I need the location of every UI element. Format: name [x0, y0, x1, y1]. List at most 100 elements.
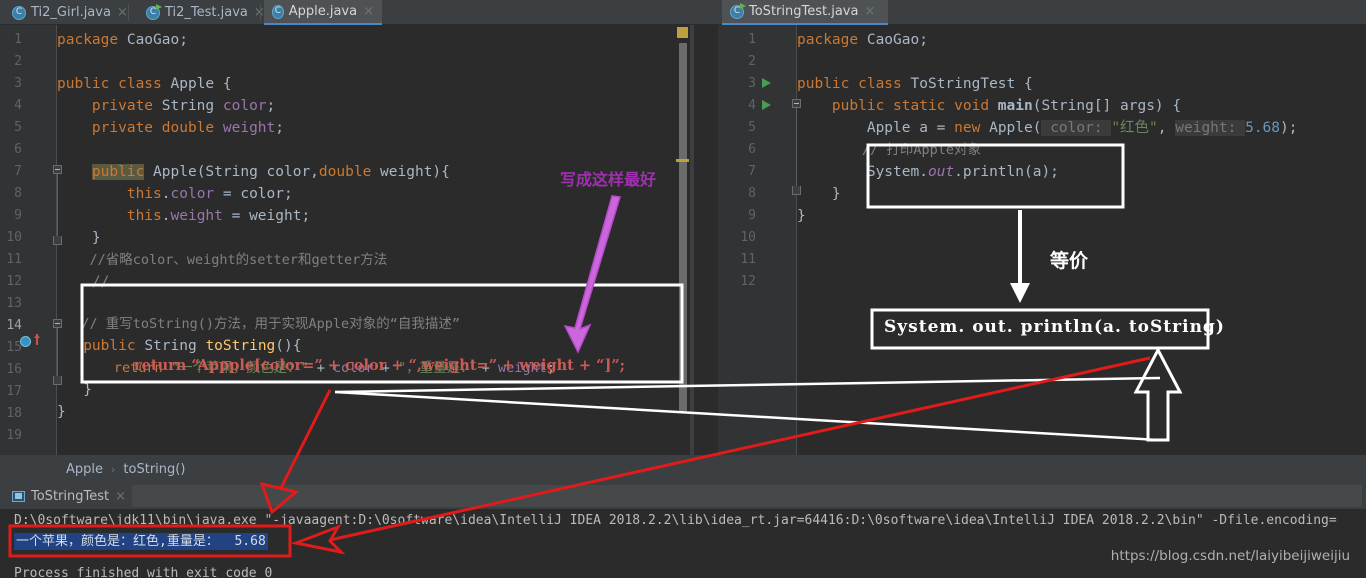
- tab-ti2-girl-java[interactable]: C Ti2_Girl.java ×: [4, 0, 136, 25]
- line-number: 14: [6, 318, 22, 333]
- code-line: public static void main(String[] args) {: [831, 98, 1182, 114]
- annotation-label-equivalent: 等价: [1050, 250, 1089, 272]
- console-tab-tostringtest[interactable]: ToStringTest ×: [4, 483, 134, 509]
- line-number: 11: [6, 252, 22, 267]
- close-icon[interactable]: ×: [117, 5, 128, 20]
- line-number: 15: [6, 340, 22, 355]
- line-number: 12: [6, 274, 22, 289]
- annotation-boxed-statement: System. out. println(a. toString): [884, 317, 1225, 337]
- code-line: System.out.println(a);: [866, 164, 1059, 180]
- annotation-handwritten-return: return “Appple[color=” + color + “,weigh…: [134, 357, 626, 374]
- editor-pane-tostringtest[interactable]: 1 2 3 4 5 6 7 8 9 10 11 12 package CaoGa…: [718, 25, 1366, 455]
- annotation-label-purple: 写成这样最好: [560, 170, 657, 189]
- code-line: public class Apple {: [57, 76, 232, 92]
- code-line: }: [831, 186, 841, 202]
- line-number: 3: [748, 76, 756, 91]
- code-line: package CaoGao;: [57, 32, 188, 48]
- editor-pane-apple[interactable]: 1 2 3 4 5 6 7 8 9 10 11 12 13 14 15 16 1…: [0, 25, 690, 455]
- code-line: // 打印Apple对象: [862, 142, 982, 158]
- chevron-right-icon: ›: [111, 462, 116, 476]
- code-line: }: [57, 404, 66, 420]
- console-line-exit: Process finished with exit code 0: [14, 566, 273, 578]
- intention-bulb-icon[interactable]: [20, 336, 31, 347]
- tab-label: ToStringTest.java: [749, 4, 859, 19]
- tab-label: Apple.java: [288, 4, 358, 19]
- code-line: }: [797, 208, 806, 224]
- editor-splitter[interactable]: [690, 25, 694, 455]
- breadcrumb-item-method[interactable]: toString(): [123, 462, 185, 477]
- line-number: 8: [748, 186, 756, 201]
- code-line: private double weight;: [91, 120, 284, 136]
- code-line: Apple a = new Apple( color: "红色", weight…: [866, 120, 1298, 136]
- code-line: //...: [91, 274, 136, 290]
- console-tab-label: ToStringTest: [31, 488, 110, 504]
- console-line-command: D:\0software\jdk11\bin\java.exe "-javaag…: [14, 513, 1337, 528]
- idea-window: C Ti2_Girl.java × C Ti2_Test.java × C Ap…: [0, 0, 1366, 578]
- stripe-marker[interactable]: [676, 159, 689, 162]
- watermark-url: https://blog.csdn.net/laiyibeijiweijiu: [1110, 548, 1350, 564]
- override-marker-icon[interactable]: [34, 334, 40, 345]
- code-line: public class ToStringTest {: [797, 76, 1033, 92]
- editor-tab-bar: C Ti2_Girl.java × C Ti2_Test.java × C Ap…: [0, 0, 1366, 25]
- line-number: 3: [14, 76, 22, 91]
- line-number: 1: [14, 32, 22, 47]
- line-number: 12: [740, 274, 756, 289]
- console-output[interactable]: D:\0software\jdk11\bin\java.exe "-javaag…: [0, 509, 1366, 578]
- tab-divider: [128, 4, 129, 21]
- line-number: 7: [14, 164, 22, 179]
- line-number: 5: [14, 120, 22, 135]
- line-number: 13: [6, 296, 22, 311]
- java-class-icon: C: [12, 5, 26, 20]
- code-content-tostringtest[interactable]: package CaoGao; public class ToStringTes…: [797, 25, 1297, 245]
- line-number: 6: [14, 142, 22, 157]
- line-number: 16: [6, 362, 22, 377]
- line-number: 6: [748, 142, 756, 157]
- line-number: 17: [6, 384, 22, 399]
- close-icon[interactable]: ×: [115, 489, 126, 504]
- tab-tostringtest-java[interactable]: C ToStringTest.java ×: [722, 0, 888, 25]
- error-stripe-left[interactable]: [676, 25, 690, 455]
- code-content-apple[interactable]: package CaoGao; public class Apple { pri…: [57, 25, 555, 420]
- line-number: 8: [14, 186, 22, 201]
- close-icon[interactable]: ×: [864, 4, 875, 19]
- run-class-gutter-icon[interactable]: [762, 78, 771, 88]
- breadcrumb: Apple › toString(): [0, 455, 1366, 483]
- line-number: 19: [6, 428, 22, 443]
- code-line: //省略color、weight的setter和getter方法: [89, 252, 388, 268]
- line-number: 10: [740, 230, 756, 245]
- code-line: package CaoGao;: [797, 32, 928, 48]
- java-runnable-class-icon: C: [730, 2, 746, 19]
- stripe-marker[interactable]: [677, 27, 688, 38]
- tab-divider: [260, 4, 261, 21]
- line-number: 9: [748, 208, 756, 223]
- line-number: 4: [748, 98, 756, 113]
- code-line: public String toString(){: [83, 338, 302, 354]
- line-number: 10: [6, 230, 22, 245]
- line-number: 2: [14, 54, 22, 69]
- code-line: // 重写toString()方法，用于实现Apple对象的“自我描述”: [81, 316, 460, 332]
- line-number: 9: [14, 208, 22, 223]
- code-line: this.color = color;: [126, 186, 293, 202]
- breadcrumb-item-class[interactable]: Apple: [66, 462, 103, 477]
- line-number: 2: [748, 54, 756, 69]
- editor-scrollbar-left[interactable]: [679, 43, 687, 411]
- run-configuration-icon: [12, 490, 25, 502]
- close-icon[interactable]: ×: [363, 4, 374, 19]
- line-number: 1: [748, 32, 756, 47]
- tab-apple-java[interactable]: C Apple.java ×: [264, 0, 382, 25]
- run-tool-window-tabs: ToStringTest ×: [0, 483, 1366, 509]
- tab-ti2-test-java[interactable]: C Ti2_Test.java ×: [138, 0, 273, 25]
- line-number: 11: [740, 252, 756, 267]
- line-number: 5: [748, 120, 756, 135]
- line-number: 4: [14, 98, 22, 113]
- run-method-gutter-icon[interactable]: [762, 100, 771, 110]
- code-line: this.weight = weight;: [126, 208, 311, 224]
- line-number: 7: [748, 164, 756, 179]
- java-class-icon: C: [272, 4, 284, 19]
- code-line: public Apple(String color,double weight)…: [91, 164, 450, 180]
- code-line: }: [83, 382, 92, 398]
- java-runnable-class-icon: C: [146, 3, 162, 20]
- code-line: }: [91, 230, 101, 246]
- console-selected-text[interactable]: 一个苹果，颜色是：红色,重量是： 5.68: [14, 533, 268, 550]
- tab-label: Ti2_Test.java: [165, 5, 248, 20]
